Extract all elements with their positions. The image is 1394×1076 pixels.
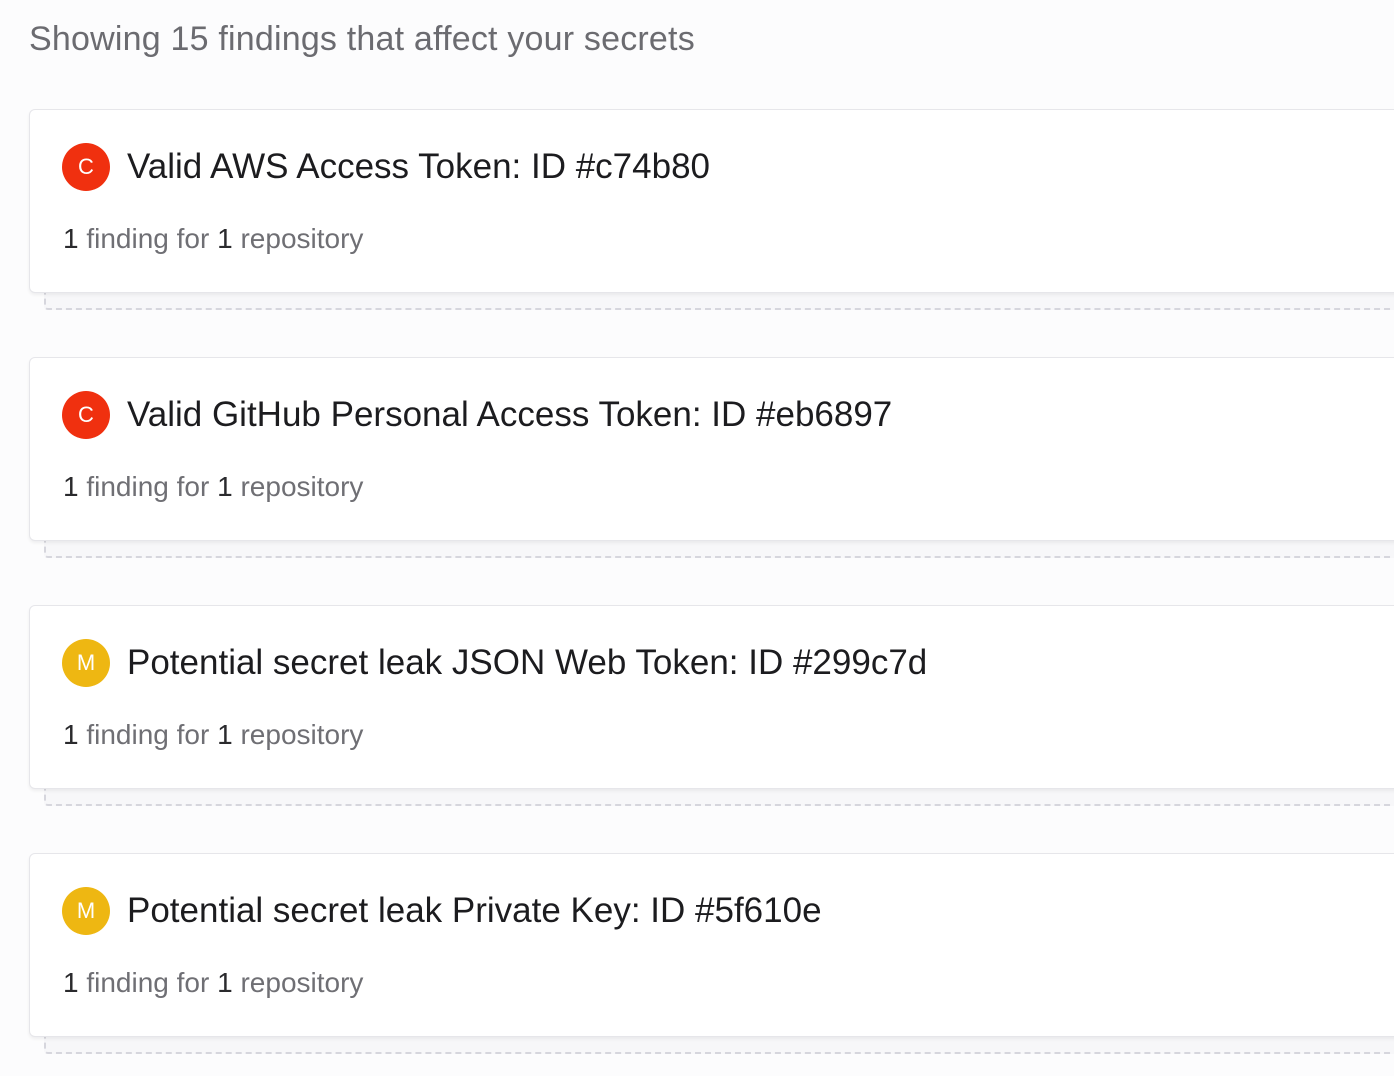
repository-count: 1 bbox=[217, 223, 233, 254]
findings-page: Showing 15 findings that affect your sec… bbox=[0, 0, 1394, 1076]
finding-header: M Potential secret leak Private Key: ID … bbox=[62, 887, 822, 935]
finding-card[interactable]: C Valid GitHub Personal Access Token: ID… bbox=[29, 357, 1394, 541]
finding-count: 1 bbox=[63, 223, 79, 254]
finding-header: C Valid AWS Access Token: ID #c74b80 bbox=[62, 143, 710, 191]
repository-label: repository bbox=[240, 223, 364, 254]
repository-label: repository bbox=[240, 967, 364, 998]
finding-count-label: finding for bbox=[86, 471, 210, 502]
finding-meta: 1 finding for 1 repository bbox=[63, 967, 363, 999]
findings-summary: Showing 15 findings that affect your sec… bbox=[29, 20, 695, 58]
finding-title[interactable]: Valid GitHub Personal Access Token: ID #… bbox=[127, 395, 892, 435]
finding-group: M Potential secret leak Private Key: ID … bbox=[29, 853, 1394, 1076]
finding-meta: 1 finding for 1 repository bbox=[63, 471, 363, 503]
finding-title[interactable]: Valid AWS Access Token: ID #c74b80 bbox=[127, 147, 710, 187]
repository-label: repository bbox=[240, 719, 364, 750]
finding-title[interactable]: Potential secret leak Private Key: ID #5… bbox=[127, 891, 822, 931]
finding-card[interactable]: M Potential secret leak Private Key: ID … bbox=[29, 853, 1394, 1037]
repository-count: 1 bbox=[217, 719, 233, 750]
finding-count-label: finding for bbox=[86, 967, 210, 998]
finding-header: C Valid GitHub Personal Access Token: ID… bbox=[62, 391, 892, 439]
finding-title[interactable]: Potential secret leak JSON Web Token: ID… bbox=[127, 643, 927, 683]
finding-header: M Potential secret leak JSON Web Token: … bbox=[62, 639, 927, 687]
severity-medium-icon: M bbox=[62, 639, 110, 687]
finding-count: 1 bbox=[63, 471, 79, 502]
repository-count: 1 bbox=[217, 471, 233, 502]
finding-card[interactable]: M Potential secret leak JSON Web Token: … bbox=[29, 605, 1394, 789]
finding-count-label: finding for bbox=[86, 223, 210, 254]
findings-list: C Valid AWS Access Token: ID #c74b80 1 f… bbox=[29, 109, 1394, 1076]
repository-count: 1 bbox=[217, 967, 233, 998]
severity-critical-icon: C bbox=[62, 143, 110, 191]
finding-group: C Valid AWS Access Token: ID #c74b80 1 f… bbox=[29, 109, 1394, 357]
finding-count: 1 bbox=[63, 719, 79, 750]
finding-card[interactable]: C Valid AWS Access Token: ID #c74b80 1 f… bbox=[29, 109, 1394, 293]
severity-medium-icon: M bbox=[62, 887, 110, 935]
finding-count: 1 bbox=[63, 967, 79, 998]
finding-group: M Potential secret leak JSON Web Token: … bbox=[29, 605, 1394, 853]
repository-label: repository bbox=[240, 471, 364, 502]
finding-count-label: finding for bbox=[86, 719, 210, 750]
finding-group: C Valid GitHub Personal Access Token: ID… bbox=[29, 357, 1394, 605]
finding-meta: 1 finding for 1 repository bbox=[63, 223, 363, 255]
severity-critical-icon: C bbox=[62, 391, 110, 439]
finding-meta: 1 finding for 1 repository bbox=[63, 719, 363, 751]
